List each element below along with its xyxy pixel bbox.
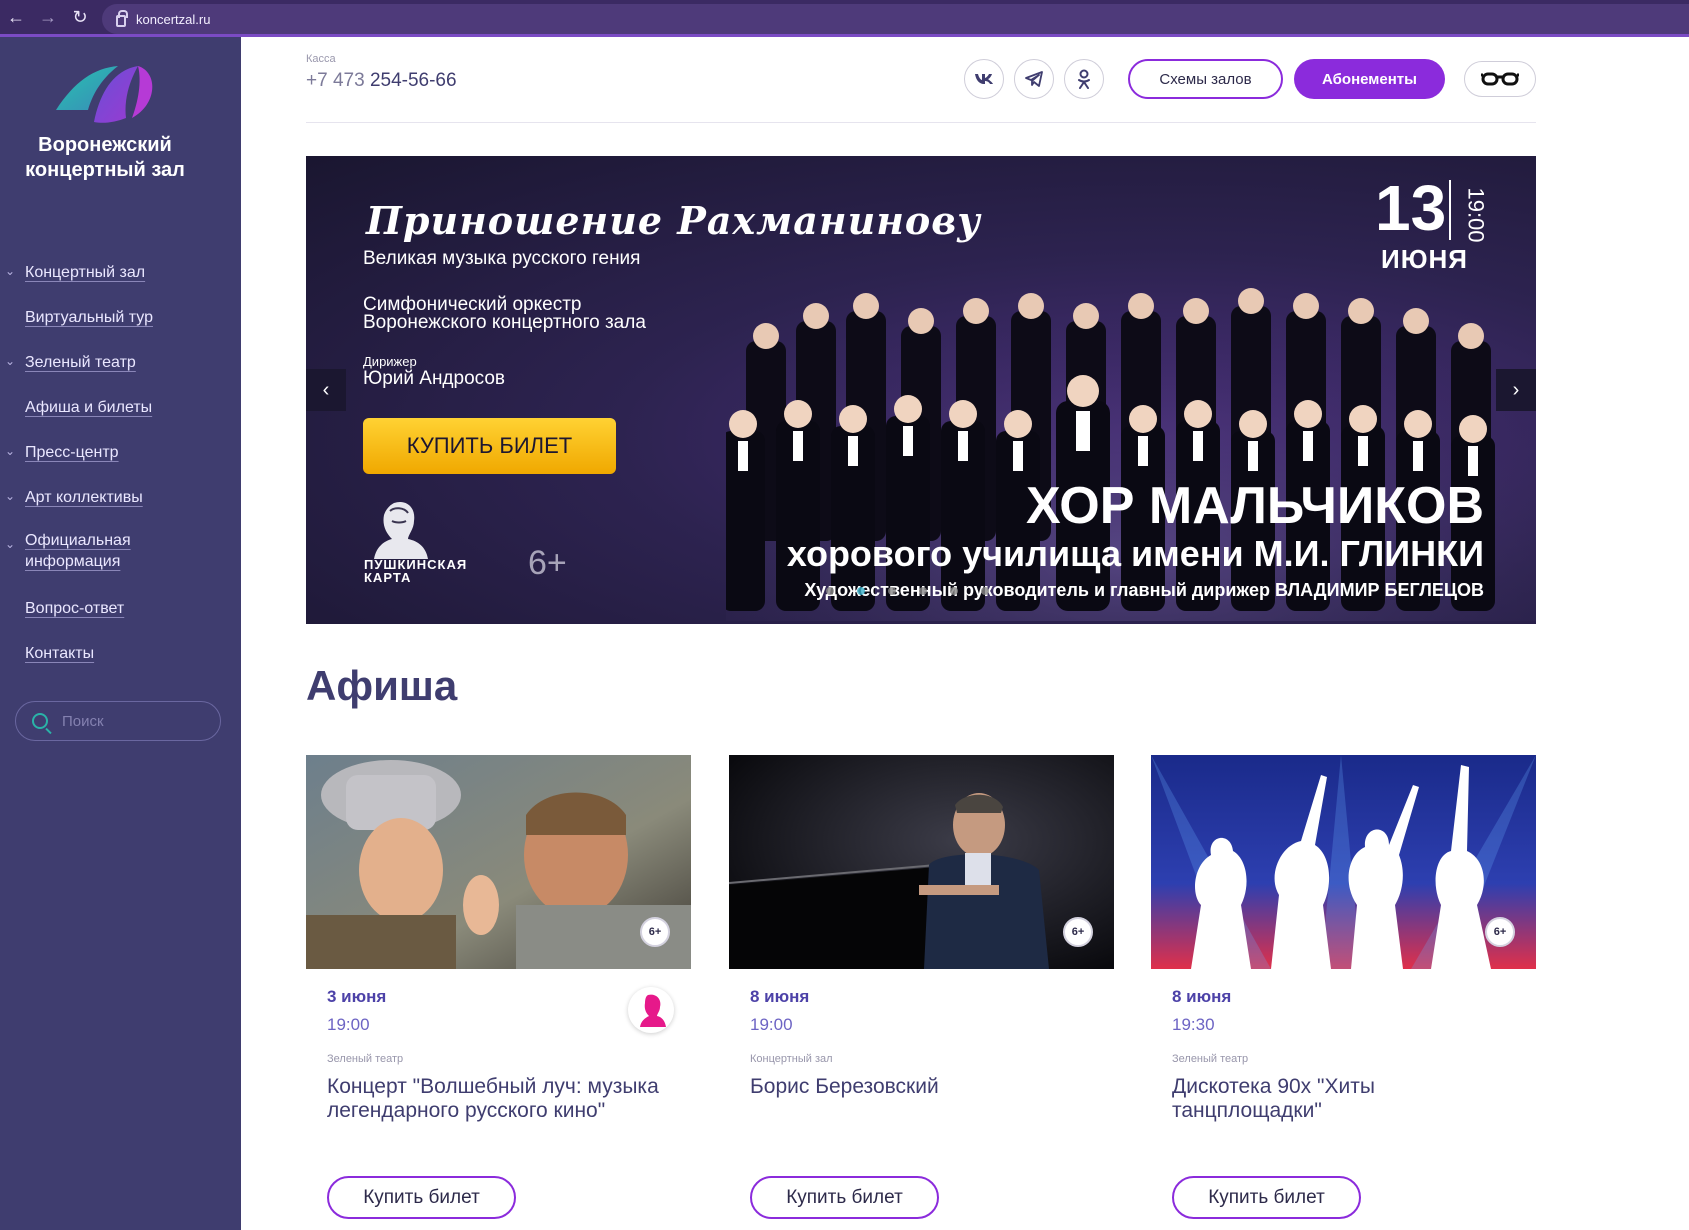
slider-dot-active[interactable] xyxy=(857,587,865,595)
chevron-right-icon: › xyxy=(1512,378,1520,401)
pushkin-card-icon xyxy=(628,987,674,1033)
event-card: 6+ 8 июня 19:00 Концертный зал Борис Бер… xyxy=(729,755,1114,1225)
menu-item-art-collectives[interactable]: ⌄ Арт коллективы xyxy=(0,475,241,520)
event-title[interactable]: Борис Березовский xyxy=(750,1075,1095,1099)
hall-schemes-button[interactable]: Схемы залов xyxy=(1128,59,1283,99)
event-date: 3 июня xyxy=(327,987,387,1006)
subscriptions-button[interactable]: Абонементы xyxy=(1294,59,1445,99)
event-image[interactable]: 6+ xyxy=(729,755,1114,969)
telegram-icon[interactable] xyxy=(1014,59,1054,99)
slider-dot[interactable] xyxy=(919,587,927,595)
event-title[interactable]: Концерт "Волшебный луч: музыка легендарн… xyxy=(327,1075,672,1123)
hero-buy-ticket-button[interactable]: КУПИТЬ БИЛЕТ xyxy=(363,418,616,474)
event-time: 19:00 xyxy=(750,1015,793,1034)
hero-conductor-label: Дирижер xyxy=(363,354,417,369)
page-header: Касса +7 473 254-56-66 Схемы залов Абоне… xyxy=(306,37,1536,123)
hero-headline-2: хорового училища имени М.И. ГЛИНКИ xyxy=(786,533,1484,574)
main-menu: ⌄ Концертный зал Виртуальный тур ⌄ Зеленый… xyxy=(0,250,241,676)
search-icon[interactable] xyxy=(32,713,48,729)
hero-slider[interactable]: Приношение Рахманинову Великая музыка ру… xyxy=(306,156,1536,624)
chevron-down-icon: ⌄ xyxy=(5,264,16,278)
menu-item-concert-hall[interactable]: ⌄ Концертный зал xyxy=(0,250,241,295)
menu-item-press-center[interactable]: ⌄ Пресс-центр xyxy=(0,430,241,475)
hero-date-day: 13 xyxy=(1375,172,1447,244)
slider-next-button[interactable]: › xyxy=(1496,369,1536,411)
search-box[interactable] xyxy=(15,701,221,741)
lock-icon xyxy=(116,10,128,27)
event-venue: Зеленый театр xyxy=(1172,1053,1249,1065)
hero-date-time: 19:00 xyxy=(1464,187,1489,243)
kassa-phone[interactable]: +7 473 254-56-66 xyxy=(306,70,457,92)
chevron-left-icon: ‹ xyxy=(322,378,330,401)
menu-item-contacts[interactable]: Контакты xyxy=(0,631,241,676)
buy-ticket-button[interactable]: Купить билет xyxy=(327,1176,516,1219)
hero-headline: ХОР МАЛЬЧИКОВ xyxy=(1025,477,1484,535)
buy-ticket-button[interactable]: Купить билет xyxy=(1172,1176,1361,1219)
vk-icon[interactable] xyxy=(964,59,1004,99)
event-date: 8 июня xyxy=(1172,987,1232,1006)
event-date: 8 июня xyxy=(750,987,810,1006)
hero-conductor: Юрий Андросов xyxy=(363,368,506,389)
slider-dot[interactable] xyxy=(950,587,958,595)
slider-dot[interactable] xyxy=(888,587,896,595)
menu-item-afisha[interactable]: Афиша и билеты xyxy=(0,385,241,430)
afisha-title: Афиша xyxy=(306,662,458,709)
hero-date-divider xyxy=(1449,180,1451,240)
slider-dot[interactable] xyxy=(826,587,834,595)
age-badge: 6+ xyxy=(1063,917,1093,947)
chevron-down-icon: ⌄ xyxy=(5,489,16,503)
logo-icon[interactable] xyxy=(54,62,158,124)
event-time: 19:30 xyxy=(1172,1015,1215,1034)
event-time: 19:00 xyxy=(327,1015,370,1034)
chevron-down-icon: ⌄ xyxy=(5,354,16,368)
menu-item-virtual-tour[interactable]: Виртуальный тур xyxy=(0,295,241,340)
event-venue: Концертный зал xyxy=(750,1053,833,1065)
hero-age-rating: 6+ xyxy=(528,544,567,582)
hero-date-month: ИЮНЯ xyxy=(1381,244,1468,274)
event-card: 6+ 8 июня 19:30 Зеленый театр Дискотека … xyxy=(1151,755,1536,1225)
event-image[interactable]: 6+ xyxy=(1151,755,1536,969)
accessibility-button[interactable] xyxy=(1464,61,1536,97)
hero-title: Приношение Рахманинову xyxy=(366,198,981,243)
event-photo xyxy=(306,755,691,969)
event-photo xyxy=(729,755,1114,969)
sidebar: Воронежский концертный зал ⌄ Концертный з… xyxy=(0,37,241,1230)
slider-dot[interactable] xyxy=(981,587,989,595)
reload-icon[interactable]: ↻ xyxy=(64,0,96,36)
menu-item-green-theatre[interactable]: ⌄ Зеленый театр xyxy=(0,340,241,385)
url-text: koncertzal.ru xyxy=(136,11,211,27)
event-image[interactable]: 6+ xyxy=(306,755,691,969)
glasses-icon xyxy=(1481,72,1519,86)
slider-dots xyxy=(826,587,989,595)
slider-prev-button[interactable]: ‹ xyxy=(306,369,346,411)
menu-item-faq[interactable]: Вопрос-ответ xyxy=(0,586,241,631)
event-card: 6+ 3 июня 19:00 Зеленый театр Концерт "В… xyxy=(306,755,691,1225)
chevron-down-icon: ⌄ xyxy=(5,444,16,458)
event-photo xyxy=(1151,755,1536,969)
buy-ticket-button[interactable]: Купить билет xyxy=(750,1176,939,1219)
event-title[interactable]: Дискотека 90х "Хиты танцплощадки" xyxy=(1172,1075,1517,1123)
brand-name[interactable]: Воронежский концертный зал xyxy=(0,133,210,183)
hero-orchestra: Симфонический оркестр Воронежского конце… xyxy=(363,294,646,333)
age-badge: 6+ xyxy=(640,917,670,947)
back-icon[interactable]: ← xyxy=(0,0,32,36)
age-badge: 6+ xyxy=(1485,917,1515,947)
menu-item-official-info[interactable]: ⌄ Официальная информация xyxy=(0,520,241,586)
pushkin-card-label: ПУШКИНСКАЯ КАРТА xyxy=(364,557,468,585)
forward-icon[interactable]: → xyxy=(32,0,64,36)
browser-toolbar: ← → ↻ koncertzal.ru xyxy=(0,0,1689,37)
kassa-label: Касса xyxy=(306,53,336,65)
address-bar[interactable]: koncertzal.ru xyxy=(102,4,1689,34)
hero-subtitle: Великая музыка русского гения xyxy=(363,248,641,269)
chevron-down-icon: ⌄ xyxy=(5,537,16,551)
search-input[interactable] xyxy=(62,712,212,730)
odnoklassniki-icon[interactable] xyxy=(1064,59,1104,99)
event-venue: Зеленый театр xyxy=(327,1053,404,1065)
